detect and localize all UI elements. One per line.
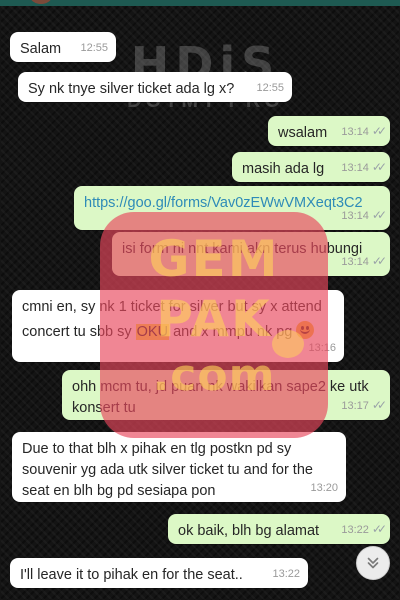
message-text: cmni en, sy nk 1 ticket for silver but s… [22, 299, 322, 340]
message-text: wsalam [278, 125, 328, 141]
message-time: 12:55 [256, 82, 284, 94]
message-incoming[interactable]: Salam 12:55 [10, 32, 116, 62]
message-time: 13:20 [310, 482, 338, 494]
message-outgoing[interactable]: isi form ni nnt kami akn terus hubungi 1… [112, 232, 390, 276]
message-time: 13:14 ✓✓ [341, 254, 387, 268]
message-incoming[interactable]: I'll leave it to pihak en for the seat..… [10, 558, 308, 588]
message-incoming[interactable]: Sy nk tnye silver ticket ada lg x? 12:55 [18, 72, 292, 102]
read-receipt-icon: ✓✓ [371, 160, 387, 174]
message-text: ok baik, blh bg alamat [178, 523, 320, 539]
message-text: ohh mcm tu, jd puan nk wakilkan sape2 ke… [72, 379, 369, 416]
smiling-face-emoji [296, 321, 315, 339]
message-outgoing[interactable]: ok baik, blh bg alamat 13:22 ✓✓ [168, 514, 390, 544]
message-outgoing[interactable]: masih ada lg 13:14 ✓✓ [232, 152, 390, 182]
message-text: isi form ni nnt kami akn terus hubungi [122, 241, 363, 257]
read-receipt-icon: ✓✓ [371, 522, 387, 536]
message-outgoing[interactable]: ohh mcm tu, jd puan nk wakilkan sape2 ke… [62, 370, 390, 420]
message-outgoing[interactable]: wsalam 13:14 ✓✓ [268, 116, 390, 146]
message-time: 13:14 ✓✓ [341, 208, 387, 222]
read-receipt-icon: ✓✓ [371, 254, 387, 268]
message-text: Due to that blh x pihak en tlg postkn pd… [22, 441, 313, 499]
message-text: Sy nk tnye silver ticket ada lg x? [28, 81, 235, 97]
message-text: I'll leave it to pihak en for the seat.. [20, 567, 243, 583]
message-text: masih ada lg [242, 161, 325, 177]
read-receipt-icon: ✓✓ [371, 124, 387, 138]
message-incoming[interactable]: Due to that blh x pihak en tlg postkn pd… [12, 432, 346, 502]
message-time: 13:14 ✓✓ [341, 160, 387, 174]
scroll-to-bottom-button[interactable] [356, 546, 390, 580]
message-incoming[interactable]: cmni en, sy nk 1 ticket for silver but s… [12, 290, 344, 362]
message-time: 13:22 ✓✓ [341, 522, 387, 536]
message-time: 13:14 ✓✓ [341, 124, 387, 138]
message-time: 12:55 [80, 42, 108, 54]
message-outgoing[interactable]: https://goo.gl/forms/Vav0zEWwVMXeqt3C2 1… [74, 186, 390, 230]
message-text: Salam [20, 41, 62, 57]
top-bar [0, 0, 400, 6]
read-receipt-icon: ✓✓ [371, 208, 387, 222]
message-time: 13:17 ✓✓ [341, 398, 387, 412]
message-time: 13:22 [272, 568, 300, 580]
highlighted-word: OKU [135, 324, 170, 340]
message-time: 13:16 [308, 342, 336, 354]
read-receipt-icon: ✓✓ [371, 398, 387, 412]
form-link[interactable]: https://goo.gl/forms/Vav0zEWwVMXeqt3C2 [84, 195, 363, 211]
double-chevron-down-icon [367, 557, 379, 569]
